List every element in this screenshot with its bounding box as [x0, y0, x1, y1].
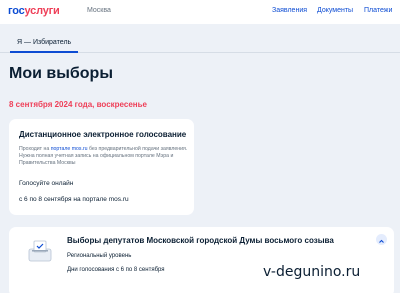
election-card[interactable]: Выборы депутатов Московской городской Ду… [9, 227, 394, 293]
city-selector[interactable]: Москва [87, 7, 111, 14]
page-title: Мои выборы [9, 65, 113, 82]
ballot-box-icon [28, 240, 52, 262]
gosuslugi-logo[interactable]: госуслуги [8, 5, 60, 17]
logo-part-gos: гос [8, 5, 25, 17]
nav-link-applications[interactable]: Заявления [272, 7, 307, 14]
mos-ru-link[interactable]: портале mos.ru [51, 146, 88, 152]
election-level: Региональный уровень [67, 253, 132, 259]
voting-period: с 6 по 8 сентября на портале mos.ru [19, 196, 129, 203]
tabs-bar: Я — Избиратель [0, 37, 400, 53]
logo-part-uslugi: услуги [24, 5, 60, 17]
election-title: Выборы депутатов Московской городской Ду… [67, 236, 334, 245]
remote-voting-description: Проходит на портале mos.ru без предварит… [19, 146, 191, 167]
description-text-start: Проходит на [19, 146, 51, 152]
vote-online-label: Голосуйте онлайн [19, 180, 74, 187]
site-watermark: v-degunino.ru [263, 264, 361, 280]
voting-days: Дни голосования с 6 по 8 сентября [67, 267, 165, 273]
tab-voter[interactable]: Я — Избиратель [10, 37, 79, 53]
top-header: госуслуги Москва Заявления Документы Пла… [0, 0, 400, 24]
chevron-up-icon [379, 239, 384, 243]
collapse-chevron-button[interactable] [376, 234, 387, 245]
election-date: 8 сентября 2024 года, воскресенье [9, 100, 147, 109]
remote-voting-title: Дистанционное электронное голосование [19, 130, 187, 139]
remote-voting-card: Дистанционное электронное голосование Пр… [9, 119, 194, 215]
nav-link-documents[interactable]: Документы [317, 7, 353, 14]
nav-link-payments[interactable]: Платежи [364, 7, 392, 14]
